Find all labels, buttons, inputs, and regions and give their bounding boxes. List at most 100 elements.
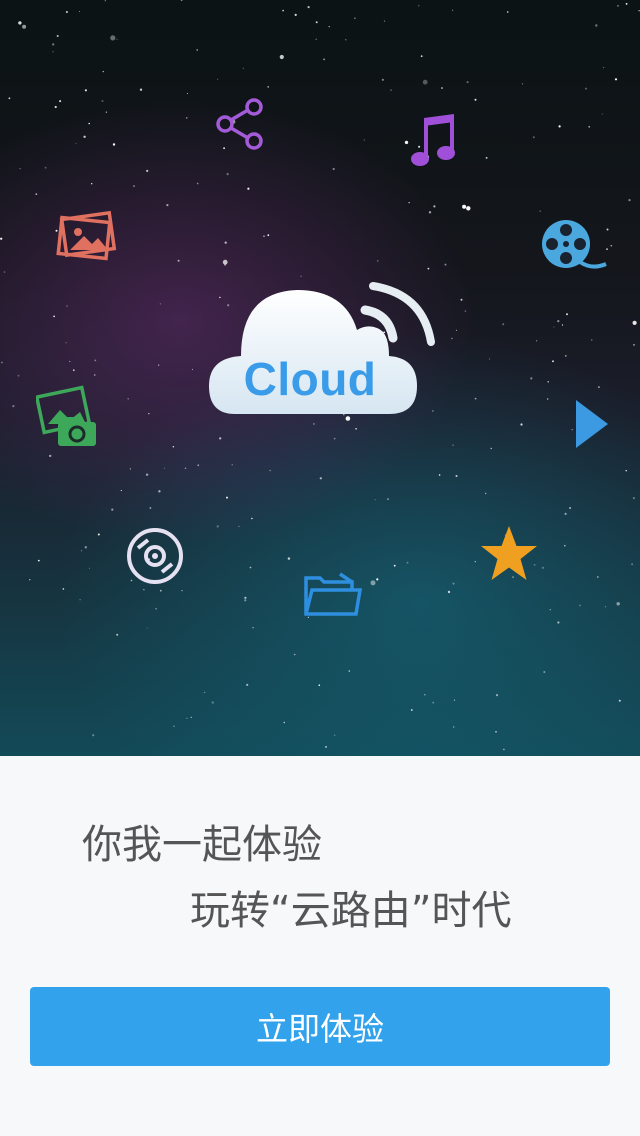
star-dot xyxy=(158,364,160,366)
star-dot xyxy=(44,166,47,169)
star-dot xyxy=(595,24,598,27)
star-dot xyxy=(216,525,219,528)
star-dot xyxy=(617,5,619,7)
star-dot xyxy=(0,237,3,240)
star-dot xyxy=(222,259,228,265)
star-dot xyxy=(282,9,284,12)
star-dot xyxy=(543,671,546,673)
star-dot xyxy=(455,329,457,331)
star-dot xyxy=(143,589,145,591)
star-dot xyxy=(293,653,296,656)
cloud-label: Cloud xyxy=(243,353,377,405)
star-dot xyxy=(145,473,149,476)
star-dot xyxy=(29,579,31,581)
star-dot xyxy=(502,323,505,326)
start-experience-button[interactable]: 立即体验 xyxy=(30,987,610,1066)
star-dot xyxy=(1,361,3,364)
star-dot xyxy=(452,444,454,446)
star-dot xyxy=(267,234,270,237)
star-dot xyxy=(374,499,376,501)
star-dot xyxy=(438,474,441,476)
hero-banner: Cloud xyxy=(0,0,640,756)
star-dot xyxy=(88,567,90,569)
star-dot xyxy=(79,599,81,601)
star-dot xyxy=(377,260,379,262)
star-dot xyxy=(197,464,200,467)
star-dot xyxy=(129,468,132,470)
star-dot xyxy=(247,187,250,190)
star-dot xyxy=(383,20,386,22)
star-dot xyxy=(315,21,318,24)
star-dot xyxy=(101,100,104,102)
star-dot xyxy=(561,324,564,326)
star-dot xyxy=(547,381,549,383)
star-dot xyxy=(451,337,453,340)
star-dot xyxy=(184,467,187,470)
star-dot xyxy=(159,589,162,592)
star-dot xyxy=(447,590,451,594)
star-dot xyxy=(601,113,603,115)
star-dot xyxy=(279,54,284,60)
star-dot xyxy=(444,263,447,266)
star-dot xyxy=(49,454,52,458)
star-dot xyxy=(83,135,86,138)
star-dot xyxy=(186,117,188,119)
star-dot xyxy=(111,508,114,511)
star-dot xyxy=(422,79,428,85)
star-dot xyxy=(552,360,554,363)
star-dot xyxy=(252,627,254,629)
star-icon xyxy=(481,526,537,580)
star-dot xyxy=(173,725,175,727)
star-dot xyxy=(585,87,587,90)
star-dot xyxy=(59,100,62,103)
star-dot xyxy=(325,746,327,748)
star-dot xyxy=(318,684,321,686)
star-dot xyxy=(79,11,81,12)
star-dot xyxy=(557,320,560,323)
star-dot xyxy=(453,726,455,728)
star-dot xyxy=(102,70,105,73)
star-dot xyxy=(495,694,499,697)
star-dot xyxy=(564,544,566,547)
star-dot xyxy=(267,86,270,88)
star-dot xyxy=(116,633,119,636)
star-dot xyxy=(211,701,214,704)
music-note-icon xyxy=(411,114,455,166)
star-dot xyxy=(363,139,365,141)
disc-icon xyxy=(127,528,183,584)
star-dot xyxy=(105,111,108,113)
star-dot xyxy=(410,709,413,711)
star-dot xyxy=(88,122,90,125)
star-dot xyxy=(139,88,143,91)
star-dot xyxy=(474,98,477,101)
star-dot xyxy=(65,342,67,344)
tagline-line2: 玩转“云路由”时代 xyxy=(190,888,512,934)
star-dot xyxy=(196,49,198,51)
star-dot xyxy=(159,303,162,305)
star-dot xyxy=(238,525,240,528)
star-dot xyxy=(441,87,443,89)
star-dot xyxy=(610,244,613,247)
star-dot xyxy=(307,6,310,9)
star-dot xyxy=(217,78,219,80)
star-dot xyxy=(348,670,351,672)
star-dot xyxy=(263,235,265,237)
star-dot xyxy=(116,38,118,40)
star-dot xyxy=(355,428,357,430)
star-dot xyxy=(558,125,561,128)
star-dot xyxy=(495,731,497,733)
star-dot xyxy=(535,340,538,342)
star-dot xyxy=(452,9,454,11)
star-dot xyxy=(596,576,599,578)
star-dot xyxy=(408,202,410,204)
star-dot xyxy=(428,211,432,214)
star-dot xyxy=(553,326,555,328)
film-reel-icon xyxy=(542,220,607,269)
gallery-camera-icon xyxy=(36,385,96,446)
star-dot xyxy=(186,92,189,95)
star-dot xyxy=(522,83,524,85)
star-dot xyxy=(62,588,65,590)
star-dot xyxy=(219,437,222,440)
star-dot xyxy=(231,464,233,466)
star-dot xyxy=(3,271,6,273)
